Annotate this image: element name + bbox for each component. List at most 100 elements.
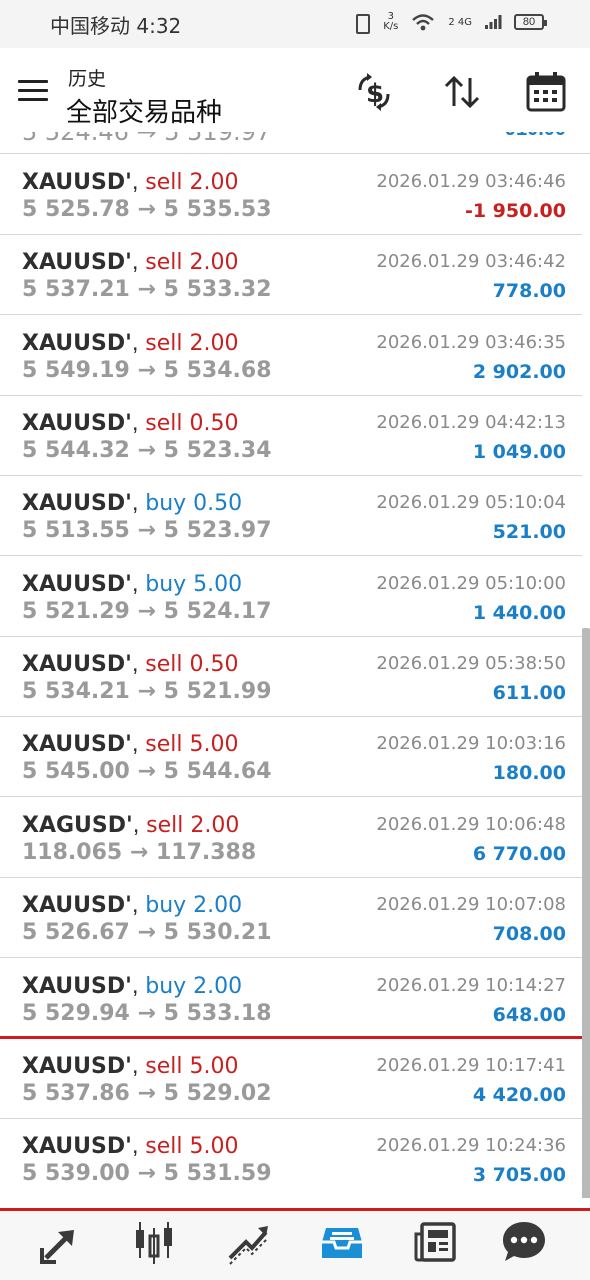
currency-exchange-icon[interactable]: $ <box>352 70 396 114</box>
trade-direction: sell <box>145 330 183 356</box>
quotes-icon[interactable] <box>34 1214 90 1270</box>
trade-volume: 2.00 <box>190 812 240 838</box>
open-price: 5 525.78 <box>22 197 130 222</box>
trade-prices: 5 539.00 → 5 531.59 <box>22 1161 272 1186</box>
trade-prices: 118.065 → 117.388 <box>22 840 256 865</box>
trade-prices: 5 529.94 → 5 533.18 <box>22 1001 272 1026</box>
history-icon[interactable] <box>314 1214 370 1270</box>
open-price: 5 539.00 <box>22 1161 130 1187</box>
trade-symbol: XAUUSD' <box>22 973 132 999</box>
battery-icon: 80 <box>514 14 547 30</box>
sort-icon[interactable] <box>440 70 484 114</box>
table-row[interactable]: XAUUSD', sell 2.00 5 549.19 → 5 534.68 202… <box>0 315 582 396</box>
open-price: 5 529.94 <box>22 1000 130 1026</box>
trade-direction: sell <box>145 732 183 758</box>
trade-symbol: XAUUSD' <box>22 732 132 758</box>
trade-volume: 2.00 <box>189 250 239 276</box>
table-row[interactable]: XAUUSD', sell 2.00 5 525.78 → 5 535.53 202… <box>0 155 582 235</box>
close-price: 5 544.64 <box>163 759 272 785</box>
separator: , <box>131 569 146 597</box>
carrier-time: 中国移动 4:32 <box>50 14 182 38</box>
trade-volume: 0.50 <box>193 491 243 517</box>
chat-icon[interactable] <box>496 1214 552 1270</box>
open-price: 5 549.19 <box>22 357 130 383</box>
trade-icon[interactable] <box>220 1214 276 1270</box>
trade-header: XAUUSD', sell 2.00 <box>22 248 238 276</box>
trade-header: XAUUSD', sell 5.00 <box>22 730 238 758</box>
trade-volume: 2.00 <box>193 893 243 919</box>
trade-prices: 5 513.55 → 5 523.97 <box>22 518 272 543</box>
status-icons: 3 K/s 2 4G 80 <box>351 11 547 34</box>
separator: , <box>131 891 146 919</box>
arrow-icon: → <box>129 1080 164 1106</box>
trade-direction: buy <box>145 893 187 919</box>
news-icon[interactable] <box>408 1214 464 1270</box>
table-row[interactable]: XAUUSD', buy 2.00 5 526.67 → 5 530.21 2026… <box>0 878 582 959</box>
table-row[interactable]: XAUUSD', sell 0.50 5 544.32 → 5 523.34 202… <box>0 396 582 477</box>
trade-symbol: XAUUSD' <box>22 170 132 195</box>
close-price: 5 523.97 <box>163 518 272 544</box>
trade-symbol: XAUUSD' <box>22 491 132 517</box>
trade-header: XAUUSD', buy 2.00 <box>22 972 242 1000</box>
trade-symbol: XAUUSD' <box>22 250 132 276</box>
table-row[interactable]: XAUUSD', sell 5.00 5 537.86 → 5 529.02 202… <box>0 1038 582 1119</box>
separator: , <box>131 1132 146 1160</box>
trade-profit: 708.00 <box>492 923 566 946</box>
trade-symbol: XAUUSD' <box>22 1053 132 1079</box>
close-price: 5 529.02 <box>163 1080 272 1106</box>
table-row[interactable]: XAUUSD', buy 2.00 5 529.94 → 5 533.18 2026… <box>0 958 582 1039</box>
chart-icon[interactable] <box>126 1214 182 1270</box>
list-item[interactable]: 5 524.46 → 5 519.97 910.00 <box>0 132 590 154</box>
bottom-nav <box>0 1198 590 1280</box>
trade-direction: sell <box>145 250 183 276</box>
open-price: 5 521.29 <box>22 598 130 624</box>
arrow-icon: → <box>129 1161 164 1187</box>
trade-direction: sell <box>145 652 183 678</box>
trade-volume: 2.00 <box>189 330 239 356</box>
table-row[interactable]: XAUUSD', buy 5.00 5 521.29 → 5 524.17 2026… <box>0 556 582 637</box>
arrow-icon: → <box>129 598 164 624</box>
close-price: 5 521.99 <box>163 679 272 705</box>
page-subtitle: 历史 <box>68 68 107 90</box>
symbol-filter[interactable]: 全部交易品种 <box>66 92 222 129</box>
open-price: 5 537.21 <box>22 277 130 303</box>
separator: , <box>131 489 146 517</box>
arrow-icon: → <box>129 759 164 785</box>
trade-prices: 5 545.00 → 5 544.64 <box>22 759 272 784</box>
separator: , <box>132 810 147 838</box>
arrow-icon: → <box>129 679 164 705</box>
trade-symbol: XAUUSD' <box>22 330 132 356</box>
table-row[interactable]: XAUUSD', sell 5.00 5 545.00 → 5 544.64 202… <box>0 717 582 798</box>
separator: , <box>131 730 146 758</box>
trade-direction: buy <box>145 491 187 517</box>
table-row[interactable]: XAUUSD', sell 0.50 5 534.21 → 5 521.99 202… <box>0 637 582 718</box>
net-speed: 3 K/s <box>383 11 399 32</box>
trade-header: XAUUSD', buy 0.50 <box>22 489 242 517</box>
separator: , <box>131 1051 146 1079</box>
calendar-icon[interactable] <box>524 70 568 114</box>
trade-time: 2026.01.29 05:10:00 <box>376 572 566 594</box>
table-row[interactable]: XAUUSD', buy 0.50 5 513.55 → 5 523.97 2026… <box>0 476 582 557</box>
trade-profit: 6 770.00 <box>472 842 566 865</box>
trade-prices: 5 537.86 → 5 529.02 <box>22 1081 272 1106</box>
trade-time: 2026.01.29 04:42:13 <box>376 412 566 434</box>
trade-profit: 180.00 <box>492 762 566 785</box>
table-row[interactable]: XAGUSD', sell 2.00 118.065 → 117.388 2026.… <box>0 797 582 878</box>
menu-icon[interactable] <box>18 80 48 102</box>
open-price: 5 513.55 <box>22 518 130 544</box>
arrow-icon: → <box>129 197 164 222</box>
table-row[interactable]: XAUUSD', sell 5.00 5 539.00 → 5 531.59 202… <box>0 1119 582 1198</box>
trade-time: 2026.01.29 03:46:35 <box>376 331 566 353</box>
open-price: 5 537.86 <box>22 1080 130 1106</box>
trade-time: 2026.01.29 05:10:04 <box>376 492 566 514</box>
trade-prices: 5 526.67 → 5 530.21 <box>22 920 272 945</box>
trade-direction: sell <box>145 1134 183 1160</box>
table-row[interactable]: XAUUSD', sell 2.00 5 537.21 → 5 533.32 202… <box>0 235 582 316</box>
trade-header: XAUUSD', buy 5.00 <box>22 570 242 598</box>
signal-label: 2 4G <box>448 16 472 28</box>
trade-history-list[interactable]: 5 524.46 → 5 519.97 910.00 XAUUSD', sell… <box>0 132 590 1198</box>
separator: , <box>131 248 146 276</box>
trade-volume: 5.00 <box>189 1134 239 1160</box>
trade-profit: -1 950.00 <box>464 200 566 222</box>
scrollbar[interactable] <box>582 628 590 1198</box>
